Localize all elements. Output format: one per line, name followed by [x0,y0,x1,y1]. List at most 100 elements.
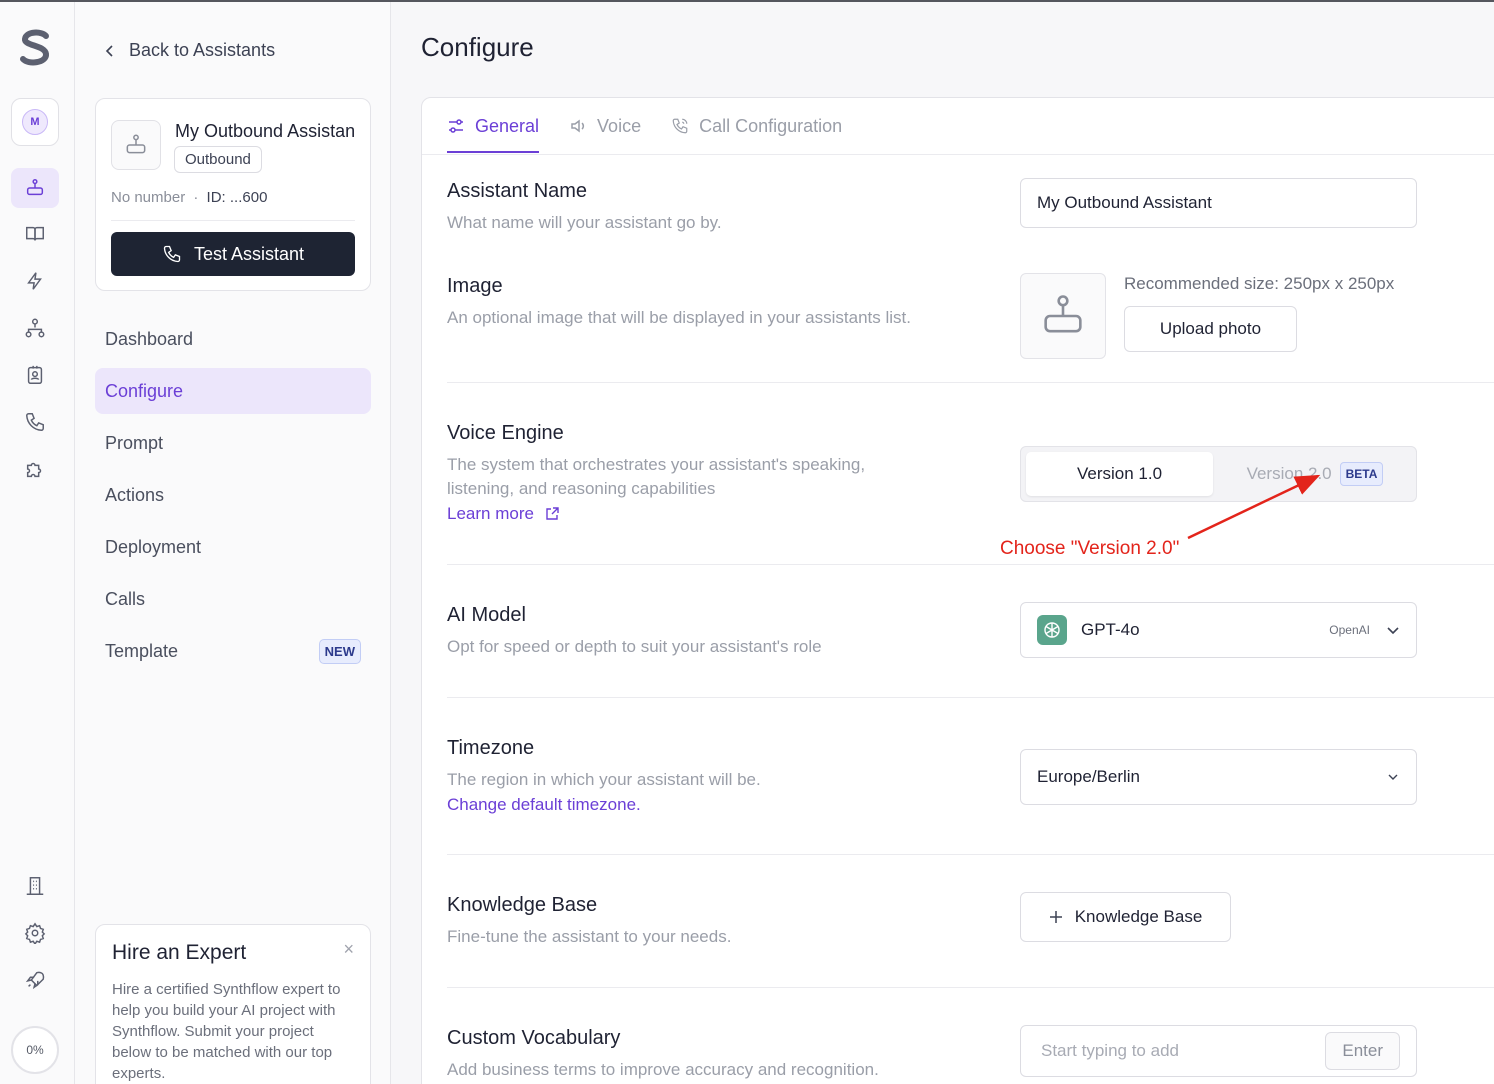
sidebar-nav: Dashboard Configure Prompt Actions Deplo… [95,316,371,680]
enter-button[interactable]: Enter [1325,1032,1400,1070]
building-icon[interactable] [11,866,59,906]
assistant-thumbnail [111,120,161,170]
section-divider [447,697,1494,698]
voice-engine-label: Voice Engine [447,422,564,444]
gear-icon[interactable] [11,913,59,953]
hire-expert-title: Hire an Expert [112,941,247,964]
test-assistant-button[interactable]: Test Assistant [111,232,355,276]
timezone-desc: The region in which your assistant will … [447,770,761,789]
learn-more-label: Learn more [447,504,534,523]
ai-model-select[interactable]: GPT-4o OpenAI [1020,602,1417,658]
tab-voice[interactable]: Voice [569,98,641,154]
assistant-icon [1044,295,1082,333]
sliders-icon [449,119,463,133]
sidebar-item-label: Deployment [105,536,202,557]
assistant-name: My Outbound Assistant [175,121,355,141]
vocabulary-input[interactable]: Start typing to add Enter [1020,1025,1417,1077]
add-knowledge-base-button[interactable]: Knowledge Base [1020,892,1231,942]
ai-model-provider: OpenAI [1329,623,1370,637]
tab-call-configuration[interactable]: Call Configuration [671,98,842,154]
workspace-switcher[interactable]: M [11,98,59,146]
timezone-value: Europe/Berlin [1037,767,1141,786]
voice-engine-desc: The system that orchestrates your assist… [447,455,866,498]
sidebar-item-deployment[interactable]: Deployment [95,524,371,570]
vocabulary-desc: Add business terms to improve accuracy a… [447,1060,879,1079]
sidebar: Back to Assistants My Outbound Assistant… [75,2,391,1084]
sidebar-item-label: Dashboard [105,328,194,349]
assistant-name-desc: What name will your assistant go by. [447,213,722,232]
tab-label: Call Configuration [699,115,843,136]
tab-divider [422,154,1494,155]
phone-icon [163,245,181,263]
openai-icon [1037,615,1067,645]
icon-rail: M 0% [0,2,75,1084]
back-link[interactable]: Back to Assistants [103,40,275,61]
sidebar-item-template[interactable]: Template NEW [95,628,371,674]
speaker-icon [571,119,585,133]
external-link-icon [546,507,559,520]
assistant-icon [126,134,146,154]
assistant-icon[interactable] [11,168,59,208]
ai-model-provider-group: OpenAI [1329,623,1400,637]
knowledge-base-button-label: Knowledge Base [1074,907,1203,926]
sidebar-item-configure[interactable]: Configure [95,368,371,414]
section-divider [447,564,1494,565]
page-title: Configure [421,32,534,62]
assistant-id: ID: ...600 [206,189,268,206]
knowledge-base-desc: Fine-tune the assistant to your needs. [447,927,732,946]
tab-label: General [475,115,540,136]
ai-model-value: GPT-4o [1037,615,1140,645]
annotation-text: Choose "Version 2.0" [1000,538,1180,559]
timezone-select[interactable]: Europe/Berlin [1020,749,1417,805]
section-divider [447,987,1494,988]
test-assistant-label: Test Assistant [193,243,305,264]
close-icon[interactable]: × [343,939,354,960]
image-preview [1020,273,1106,359]
card-divider [111,220,355,221]
section-divider [447,382,1494,383]
meta-separator: · [193,189,199,206]
configure-panel: General Voice Call Configuration Assista… [421,97,1494,1084]
hire-expert-body: Hire a certified Synthflow expert to hel… [112,981,341,1082]
rocket-icon[interactable] [11,960,59,1000]
hire-expert-card: × Hire an Expert Hire a certified Synthf… [95,924,371,1084]
puzzle-icon[interactable] [11,449,59,489]
sidebar-item-label: Calls [105,588,146,609]
sidebar-item-label: Configure [105,380,184,401]
assistant-meta: No number · ID: ...600 [111,189,267,206]
ai-model-name: GPT-4o [1081,620,1140,639]
phone-icon[interactable] [11,402,59,442]
tab-bar: General Voice Call Configuration [447,98,842,154]
phone-call-icon [672,118,688,134]
assistant-number: No number [111,189,186,206]
sidebar-item-label: Prompt [105,432,164,453]
back-label: Back to Assistants [129,40,276,60]
main-content: Configure General Voice Call Configurati… [391,2,1494,1084]
sidebar-item-dashboard[interactable]: Dashboard [95,316,371,362]
sidebar-item-prompt[interactable]: Prompt [95,420,371,466]
bolt-icon[interactable] [11,261,59,301]
upload-photo-button[interactable]: Upload photo [1124,306,1297,352]
assistant-name-input[interactable]: My Outbound Assistant [1020,178,1417,228]
hierarchy-icon[interactable] [11,308,59,348]
tab-label: Voice [597,115,642,136]
sidebar-item-actions[interactable]: Actions [95,472,371,518]
book-icon[interactable] [11,214,59,254]
knowledge-base-row: Knowledge Base Fine-tune the assistant t… [447,894,1494,949]
chevron-down-icon [1388,774,1398,780]
assistant-type-badge: Outbound [174,146,262,173]
image-desc: An optional image that will be displayed… [447,308,911,327]
knowledge-base-label: Knowledge Base [447,894,598,916]
sidebar-item-calls[interactable]: Calls [95,576,371,622]
plus-icon [1049,911,1062,923]
tab-general[interactable]: General [447,98,540,154]
chevron-down-icon [1387,627,1399,635]
onboarding-progress[interactable]: 0% [11,1026,59,1074]
assistant-card: My Outbound Assistant Outbound No number… [95,98,371,291]
section-divider [447,854,1494,855]
avatar: M [22,109,48,135]
sidebar-item-label: Template [105,640,179,661]
synthflow-logo[interactable] [18,28,52,68]
new-badge: NEW [318,638,361,664]
contact-icon[interactable] [11,355,59,395]
